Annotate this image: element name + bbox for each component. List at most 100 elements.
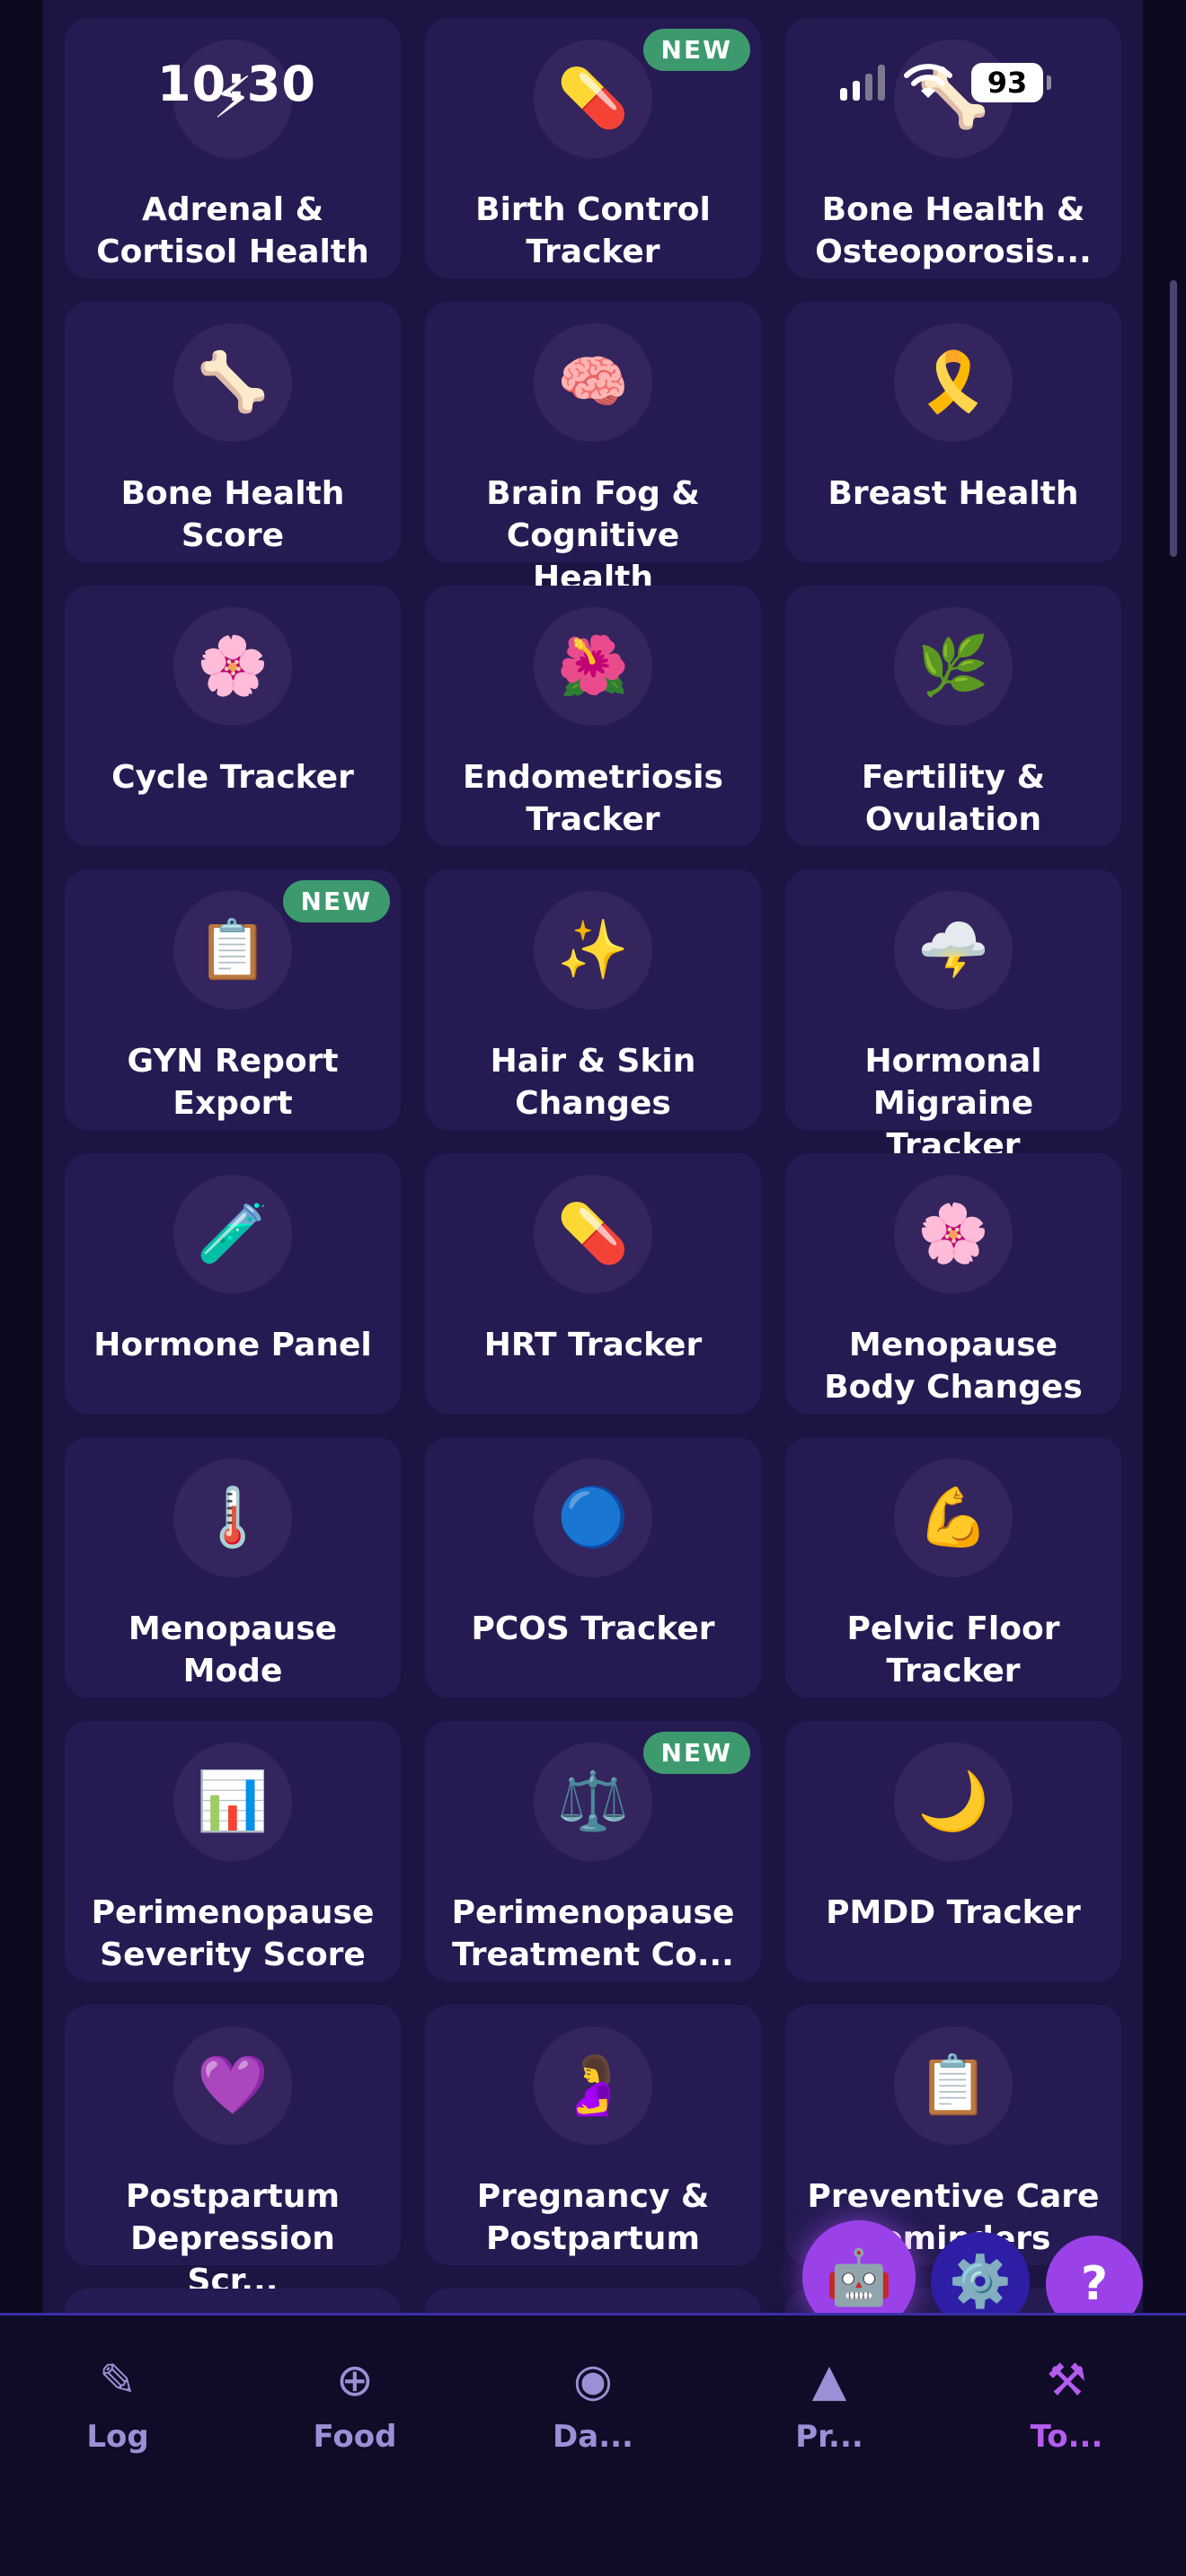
pencil-icon: ✎ (99, 2354, 137, 2406)
tool-card[interactable]: 🦴 Bone Health Score (65, 302, 401, 562)
tool-card-title: Perimenopause Treatment Co... (451, 1894, 735, 1973)
test-tube-icon: 🧪 (173, 1175, 292, 1293)
tab-label: Pr... (795, 2419, 863, 2455)
tools-grid: ⚡ Adrenal & Cortisol Health 💊 Birth Control… (65, 18, 1121, 2313)
tool-card-title: Perimenopause Severity Score (91, 1894, 375, 1973)
tool-card[interactable]: 🌸 Menopause Body Changes (785, 1153, 1121, 1414)
tool-card[interactable]: 🌩️ Hormonal Migraine Tracker (785, 869, 1121, 1164)
purple-heart-icon: 💜 (173, 2026, 292, 2145)
tool-card-title: Endometriosis Tracker (463, 759, 723, 838)
tool-card-title: HRT Tracker (483, 1327, 703, 1363)
tool-card-title: GYN Report Export (127, 1043, 339, 1122)
triangle-icon: ▲ (811, 2354, 847, 2406)
tool-card[interactable]: 💜 Postpartum Depression Scr... (65, 2005, 401, 2299)
ribbon-icon: 🎗️ (894, 323, 1013, 442)
tool-card-title: Hormonal Migraine Tracker (864, 1043, 1042, 1164)
right-gutter (1143, 0, 1186, 2576)
tool-card[interactable]: 💊 HRT Tracker (425, 1153, 761, 1414)
tool-card[interactable]: 🧪 Hormone Panel (65, 1153, 401, 1414)
cherry-blossom-icon: 🌸 (894, 1175, 1013, 1293)
status-time: 10:30 (157, 56, 316, 112)
tool-card-title: Postpartum Depression Scr... (126, 2178, 340, 2299)
tab-progress[interactable]: ▲ Pr... (744, 2351, 915, 2456)
clipboard-icon: 📋 (894, 2026, 1013, 2145)
gear-icon: ⚙️ (949, 2253, 1012, 2311)
bone-icon: 🦴 (173, 323, 292, 442)
help-label: ? (1080, 2257, 1109, 2311)
flexed-biceps-icon: 💪 (894, 1459, 1013, 1577)
tool-card[interactable]: 📊 Perimenopause Severity Score (65, 1721, 401, 1981)
tool-card[interactable] (65, 2289, 401, 2313)
new-badge: NEW (642, 1732, 750, 1774)
tool-card-title: Menopause Body Changes (824, 1327, 1083, 1406)
tool-card-title: Hair & Skin Changes (490, 1043, 696, 1122)
tab-label: Log (86, 2419, 149, 2455)
robot-icon: 🤖 (825, 2245, 893, 2309)
tool-card[interactable]: ✨ Hair & Skin Changes (425, 869, 761, 1130)
tool-card-title: Brain Fog & Cognitive Health (486, 475, 700, 596)
tab-dashboard[interactable]: ◉ Da... (508, 2351, 678, 2456)
tool-card[interactable]: 💪 Pelvic Floor Tracker (785, 1437, 1121, 1698)
bar-chart-icon: 📊 (173, 1742, 292, 1861)
blue-circle-icon: 🔵 (534, 1459, 652, 1577)
hibiscus-icon: 🌺 (534, 607, 652, 726)
tool-card[interactable]: 🦴 Bone Health & Osteoporosis... (785, 18, 1121, 278)
clipboard-icon: 📋 (173, 891, 292, 1010)
hammer-pick-icon: ⚒ (1046, 2354, 1087, 2406)
tool-card[interactable]: 🎗️ Breast Health (785, 302, 1121, 562)
tab-log[interactable]: ✎ Log (32, 2351, 203, 2456)
sparkles-icon: ✨ (534, 891, 652, 1010)
record-circle-icon: ◉ (573, 2354, 613, 2406)
balance-scale-icon: ⚖️ (534, 1742, 652, 1861)
plus-circle-icon: ⊕ (336, 2354, 374, 2406)
tool-card-title: Birth Control Tracker (475, 191, 711, 270)
tool-card[interactable]: 🌡️ Menopause Mode (65, 1437, 401, 1698)
tool-card[interactable]: 🌿 Fertility & Ovulation (785, 586, 1121, 846)
tool-card[interactable]: 🌺 Endometriosis Tracker (425, 586, 761, 846)
tool-card[interactable]: 🌸 Cycle Tracker (65, 586, 401, 846)
scroll-indicator[interactable] (1170, 280, 1177, 557)
tool-card-title: Bone Health & Osteoporosis... (815, 191, 1092, 270)
tool-card-title: Cycle Tracker (111, 759, 354, 796)
brain-icon: 🧠 (534, 323, 652, 442)
tool-card-title: PCOS Tracker (471, 1610, 715, 1647)
thermometer-icon: 🌡️ (173, 1459, 292, 1577)
tool-card[interactable]: 🌙 PMDD Tracker (785, 1721, 1121, 1981)
tool-card-title: Menopause Mode (128, 1610, 338, 1689)
tab-food[interactable]: ⊕ Food (270, 2351, 440, 2456)
tool-card-title: Breast Health (828, 475, 1079, 512)
wifi-icon (903, 64, 953, 101)
tool-card-title: Bone Health Score (120, 475, 345, 554)
tool-card-title: Fertility & Ovulation (861, 759, 1046, 838)
pregnant-woman-icon: 🤰 (534, 2026, 652, 2145)
tool-card-title: Pelvic Floor Tracker (846, 1610, 1060, 1689)
tool-card[interactable]: 💊 Birth Control Tracker NEW (425, 18, 761, 278)
new-badge: NEW (642, 29, 750, 71)
cellular-signal-icon (840, 65, 885, 101)
tab-label: Food (313, 2419, 397, 2455)
cherry-blossom-icon: 🌸 (173, 607, 292, 726)
tool-card[interactable]: 🤰 Pregnancy & Postpartum (425, 2005, 761, 2265)
storm-cloud-icon: 🌩️ (894, 891, 1013, 1010)
tool-card[interactable] (425, 2289, 761, 2313)
tool-card-title: Pregnancy & Postpartum (476, 2178, 710, 2257)
tool-card[interactable]: 🔵 PCOS Tracker (425, 1437, 761, 1698)
left-gutter (0, 0, 43, 2576)
tool-card-title: Adrenal & Cortisol Health (96, 191, 369, 270)
status-indicators: 93 (840, 63, 1051, 102)
tool-card[interactable]: 📋 GYN Report Export NEW (65, 869, 401, 1130)
new-badge: NEW (282, 880, 390, 922)
tool-card[interactable]: 🧠 Brain Fog & Cognitive Health (425, 302, 761, 596)
battery-level: 93 (971, 63, 1051, 102)
tool-card-title: PMDD Tracker (826, 1894, 1081, 1931)
pill-icon: 💊 (534, 40, 652, 158)
tool-card[interactable]: ⚖️ Perimenopause Treatment Co... NEW (425, 1721, 761, 1981)
tab-tools[interactable]: ⚒ To... (981, 2351, 1152, 2456)
herb-icon: 🌿 (894, 607, 1013, 726)
tool-card-title: Hormone Panel (93, 1327, 372, 1363)
tab-label: To... (1030, 2419, 1103, 2455)
tab-label: Da... (553, 2419, 633, 2455)
crescent-moon-icon: 🌙 (894, 1742, 1013, 1861)
bottom-tab-bar: ✎ Log ⊕ Food ◉ Da... ▲ Pr... ⚒ To... (0, 2313, 1186, 2576)
pill-icon: 💊 (534, 1175, 652, 1293)
